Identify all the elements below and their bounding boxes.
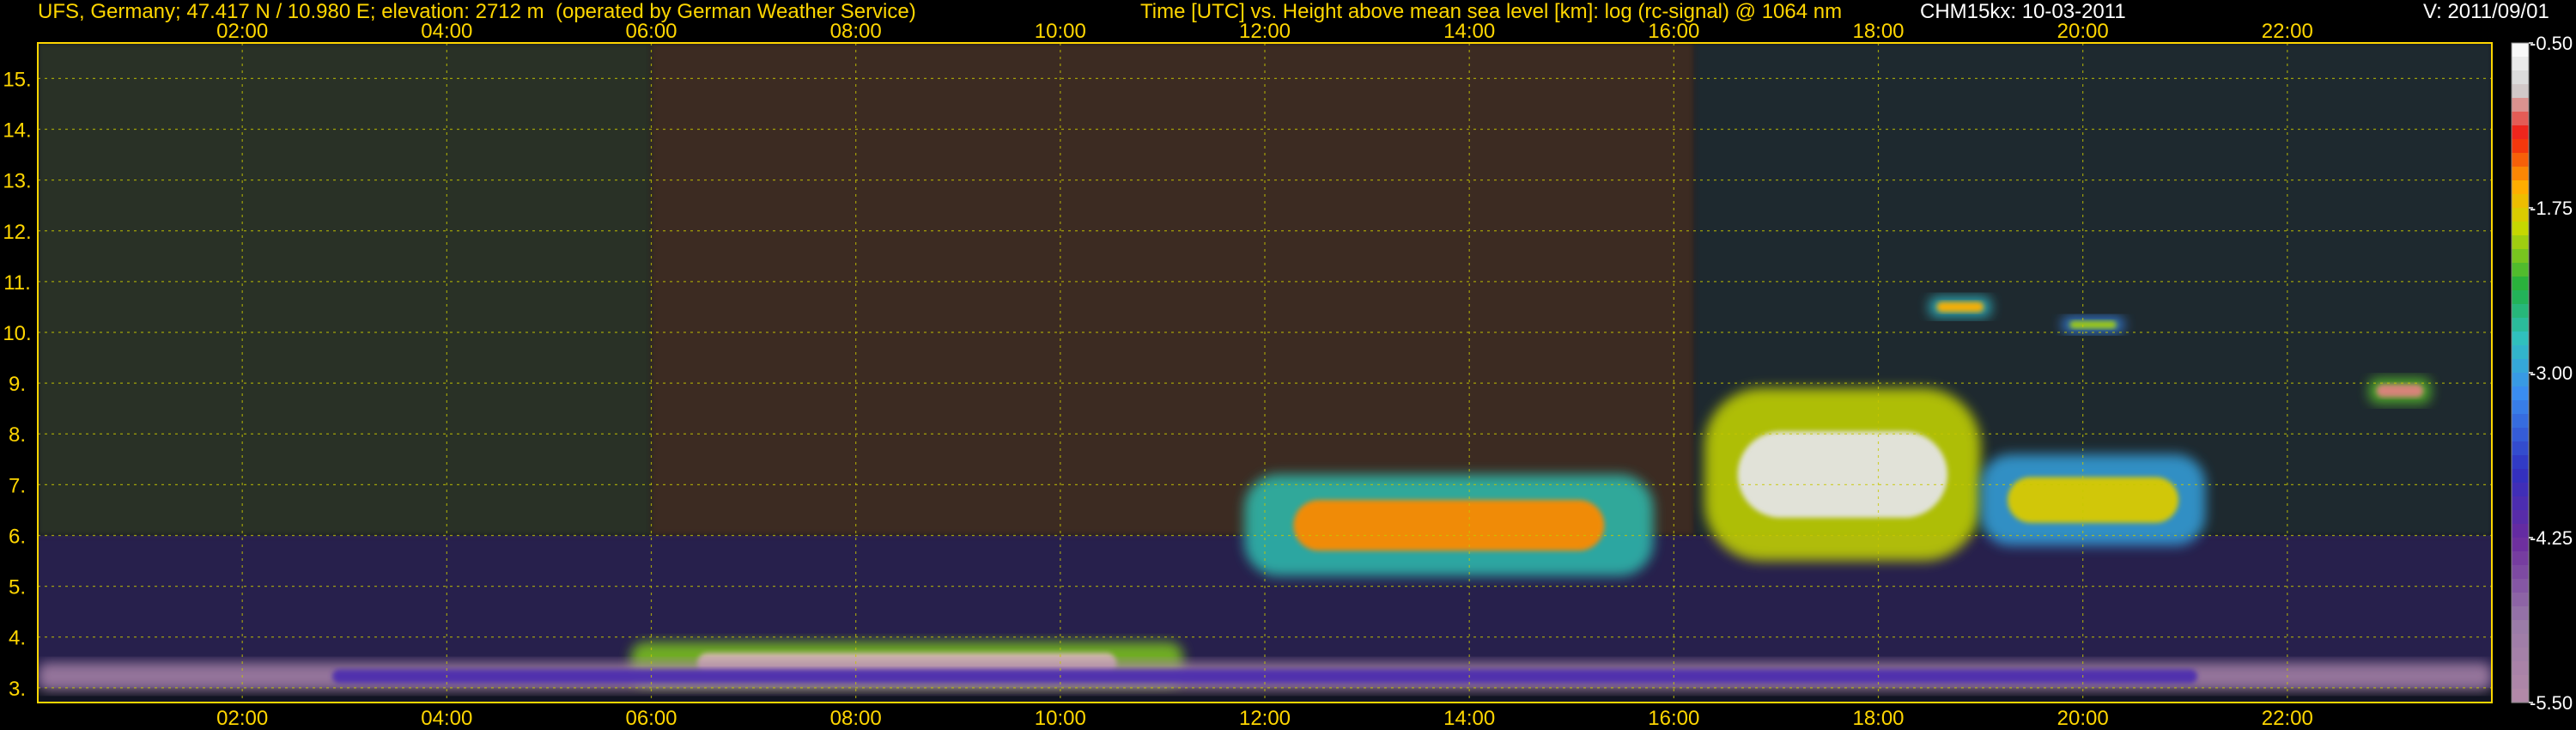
y-tick-label: 11. [3, 271, 31, 295]
feature-core-6 [2069, 320, 2117, 329]
colorbar-tick-label: -5.50 [2530, 692, 2573, 714]
colorbar-cell [2512, 565, 2529, 580]
colorbar-cell [2512, 249, 2529, 264]
colorbar-cell [2512, 359, 2529, 374]
colorbar-cell [2512, 400, 2529, 415]
colorbar-cell [2512, 593, 2529, 607]
colorbar-cell [2512, 222, 2529, 236]
colorbar-cell [2512, 661, 2529, 676]
feature-core-5 [1936, 301, 1984, 313]
colorbar-cell [2512, 194, 2529, 209]
x-tick-label-top: 12:00 [1239, 20, 1291, 43]
colorbar-cell [2512, 112, 2529, 126]
colorbar-cell [2512, 483, 2529, 497]
colorbar-cell [2512, 304, 2529, 319]
colorbar-cell [2512, 332, 2529, 346]
x-tick-label-bottom: 20:00 [2057, 707, 2109, 730]
x-tick-label-top: 14:00 [1443, 20, 1495, 43]
x-tick-label-bottom: 22:00 [2262, 707, 2313, 730]
x-tick-label-bottom: 18:00 [1852, 707, 1904, 730]
x-tick-label-bottom: 04:00 [421, 707, 472, 730]
y-tick-label: 15. [3, 68, 31, 91]
colorbar-cell [2512, 441, 2529, 456]
x-tick-label-top: 04:00 [421, 20, 472, 43]
colorbar-cell [2512, 634, 2529, 648]
colorbar-cell [2512, 318, 2529, 332]
y-tick-label: 13. [3, 170, 31, 193]
colorbar-tick-label: -4.25 [2530, 527, 2573, 549]
colorbar-cell [2512, 428, 2529, 442]
colorbar-cell [2512, 469, 2529, 484]
y-tick-label: 10. [3, 322, 31, 345]
colorbar-tick-label: -3.00 [2530, 362, 2573, 384]
colorbar-tick-label: -1.75 [2530, 198, 2573, 219]
colorbar-cell [2512, 551, 2529, 566]
colorbar-cell [2512, 57, 2529, 71]
x-tick-label-top: 22:00 [2262, 20, 2313, 43]
colorbar-cell [2512, 373, 2529, 387]
y-tick-label: 3. [9, 678, 26, 701]
colorbar-cell [2512, 386, 2529, 401]
colorbar-tick-label: -0.50 [2530, 33, 2573, 54]
colorbar-cell [2512, 70, 2529, 85]
y-tick-label: 6. [9, 525, 26, 548]
colorbar-cell [2512, 84, 2529, 99]
colorbar-cell [2512, 167, 2529, 181]
colorbar-cell [2512, 345, 2529, 360]
x-tick-label-bottom: 10:00 [1035, 707, 1086, 730]
colorbar-cell [2512, 125, 2529, 140]
x-tick-label-top: 06:00 [625, 20, 677, 43]
colorbar-cell [2512, 675, 2529, 690]
y-tick-label: 8. [9, 423, 26, 447]
colorbar-cell [2512, 153, 2529, 167]
colorbar-cell [2512, 524, 2529, 538]
colorbar-cell [2512, 414, 2529, 429]
colorbar-cell [2512, 208, 2529, 222]
colorbar-cell [2512, 290, 2529, 305]
colorbar-cell [2512, 180, 2529, 195]
colorbar-cell [2512, 538, 2529, 552]
feature-core-3 [1737, 431, 1948, 518]
feature-core-7 [2376, 384, 2423, 398]
y-tick-label: 12. [3, 221, 31, 244]
night-noise-region [38, 43, 652, 536]
x-tick-label-top: 02:00 [216, 20, 268, 43]
y-tick-label: 9. [9, 373, 26, 396]
colorbar-cell [2512, 689, 2529, 703]
colorbar-cell [2512, 620, 2529, 635]
colorbar-cell [2512, 648, 2529, 662]
colorbar-cell [2512, 139, 2529, 154]
colorbar-cell [2512, 263, 2529, 277]
x-tick-label-bottom: 02:00 [216, 707, 268, 730]
feature-core-2 [1293, 500, 1605, 551]
x-tick-label-top: 08:00 [830, 20, 882, 43]
x-tick-label-bottom: 12:00 [1239, 707, 1291, 730]
colorbar-cell [2512, 579, 2529, 593]
colorbar-cell [2512, 235, 2529, 250]
colorbar-cell [2512, 606, 2529, 621]
x-tick-label-top: 10:00 [1035, 20, 1086, 43]
colorbar-cell [2512, 43, 2529, 58]
x-tick-label-top: 16:00 [1648, 20, 1699, 43]
colorbar-cell [2512, 510, 2529, 525]
x-tick-label-bottom: 14:00 [1443, 707, 1495, 730]
x-tick-label-top: 20:00 [2057, 20, 2109, 43]
colorbar-cell [2512, 496, 2529, 511]
feature-core-4 [2008, 477, 2179, 523]
backscatter-chart: 02:00 02:00 04:00 04:00 06:00 06:00 08:00 08:00… [3, 20, 2573, 730]
x-tick-label-bottom: 06:00 [625, 707, 677, 730]
colorbar-cell [2512, 277, 2529, 291]
y-tick-label: 4. [9, 627, 26, 650]
colorbar-cell [2512, 455, 2529, 470]
colorbar-cell [2512, 98, 2529, 113]
plot-root: UFS, Germany; 47.417 N / 10.980 E; eleva… [0, 0, 2576, 730]
x-tick-label-bottom: 16:00 [1648, 707, 1699, 730]
x-tick-label-bottom: 08:00 [830, 707, 882, 730]
x-tick-label-top: 18:00 [1852, 20, 1904, 43]
y-tick-label: 14. [3, 119, 31, 143]
y-tick-label: 7. [9, 474, 26, 497]
y-tick-label: 5. [9, 576, 26, 599]
daylight-noise-region [651, 43, 1695, 536]
